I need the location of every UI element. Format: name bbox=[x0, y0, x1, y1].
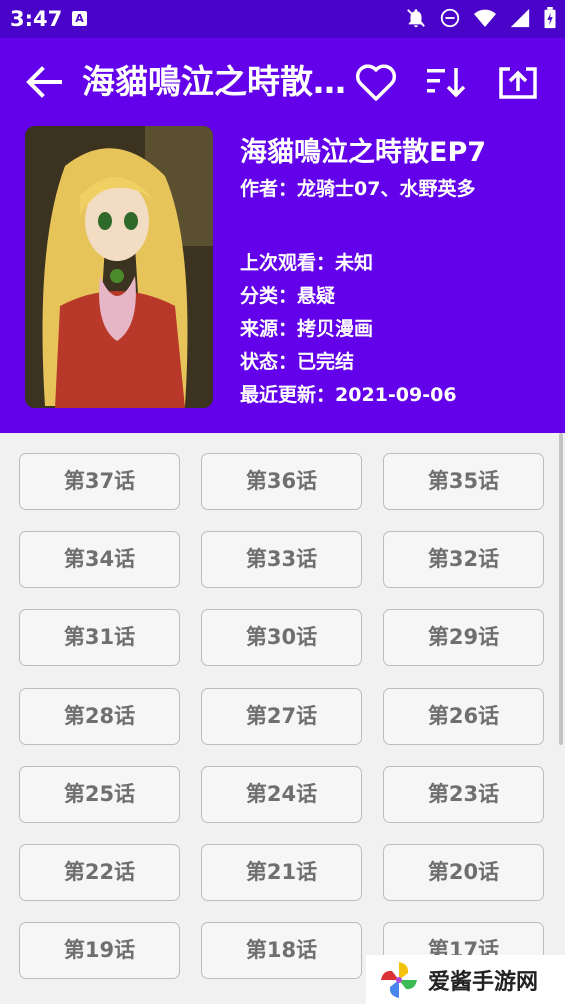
signal-icon bbox=[510, 8, 530, 28]
status-icons bbox=[405, 7, 557, 29]
scrollbar[interactable] bbox=[559, 433, 563, 745]
comic-category: 分类：悬疑 bbox=[240, 285, 336, 307]
status-time: 3:47 bbox=[10, 7, 63, 31]
bell-off-icon bbox=[407, 9, 425, 28]
chapter-button[interactable]: 第36话 bbox=[201, 453, 362, 510]
chapter-button[interactable]: 第27话 bbox=[201, 688, 362, 745]
sort-icon[interactable] bbox=[424, 60, 468, 104]
chapter-button[interactable]: 第25话 bbox=[19, 766, 180, 823]
chapter-grid: 第37话 第36话 第35话 第34话 第33话 第32话 第31话 第30话 … bbox=[0, 433, 565, 1004]
chapter-button[interactable]: 第29话 bbox=[383, 609, 544, 666]
chapter-button[interactable]: 第32话 bbox=[383, 531, 544, 588]
status-bar: 3:47 A bbox=[0, 0, 565, 38]
share-icon[interactable] bbox=[496, 60, 540, 104]
chapter-button[interactable]: 第23话 bbox=[383, 766, 544, 823]
heart-icon[interactable] bbox=[354, 60, 398, 104]
notification-icon: A bbox=[72, 11, 87, 26]
comic-source: 来源：拷贝漫画 bbox=[240, 318, 374, 340]
chapter-button[interactable]: 第21话 bbox=[201, 844, 362, 901]
comic-status: 状态：已完结 bbox=[240, 351, 355, 373]
pinwheel-logo-icon bbox=[381, 961, 417, 998]
watermark-text: 爱酱手游网 bbox=[428, 969, 539, 995]
chapter-button[interactable]: 第34话 bbox=[19, 531, 180, 588]
comic-title: 海貓鳴泣之時散EP7 bbox=[240, 137, 487, 168]
battery-icon bbox=[544, 7, 556, 29]
comic-header: 海貓鳴泣之時散EP7 海貓鳴泣之時散EP7 作者：龙 bbox=[0, 38, 565, 433]
comic-author: 作者：龙骑士07、水野英多 bbox=[240, 178, 476, 200]
chapter-button[interactable]: 第35话 bbox=[383, 453, 544, 510]
chapter-button[interactable]: 第33话 bbox=[201, 531, 362, 588]
comic-cover-image bbox=[25, 126, 213, 408]
chapter-button[interactable]: 第22话 bbox=[19, 844, 180, 901]
chapter-button[interactable]: 第19话 bbox=[19, 922, 180, 979]
last-updated: 最近更新：2021-09-06 bbox=[240, 384, 457, 406]
chapter-button[interactable]: 第20话 bbox=[383, 844, 544, 901]
page-title: 海貓鳴泣之時散EP7 bbox=[82, 62, 347, 101]
chapter-button[interactable]: 第31话 bbox=[19, 609, 180, 666]
last-viewed: 上次观看：未知 bbox=[240, 252, 374, 274]
chapter-button[interactable]: 第18话 bbox=[201, 922, 362, 979]
back-arrow-icon[interactable] bbox=[22, 60, 66, 104]
dnd-icon bbox=[440, 8, 460, 28]
chapter-button[interactable]: 第26话 bbox=[383, 688, 544, 745]
app-bar: 海貓鳴泣之時散EP7 bbox=[0, 38, 565, 126]
chapter-button[interactable]: 第24话 bbox=[201, 766, 362, 823]
wifi-icon bbox=[474, 9, 496, 27]
chapter-button[interactable]: 第30话 bbox=[201, 609, 362, 666]
chapter-button[interactable]: 第37话 bbox=[19, 453, 180, 510]
chapter-button[interactable]: 第28话 bbox=[19, 688, 180, 745]
watermark: 爱酱手游网 bbox=[366, 955, 565, 1004]
